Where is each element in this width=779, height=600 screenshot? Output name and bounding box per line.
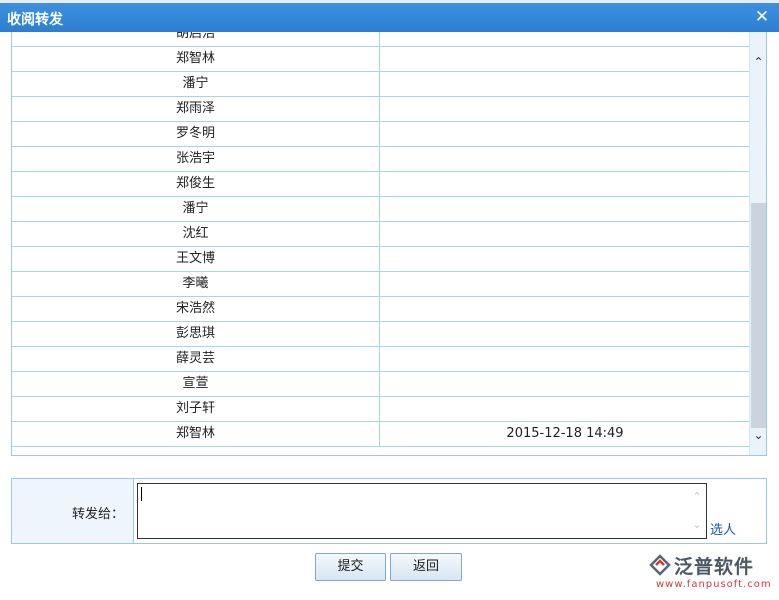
table-row[interactable]: 郑智林 xyxy=(12,47,751,72)
read-time-cell xyxy=(380,397,750,421)
forward-label: 转发给： xyxy=(71,507,124,522)
recipient-name-cell: 王文博 xyxy=(12,247,380,271)
table-row[interactable]: 彭思琪 xyxy=(12,322,751,347)
recipient-name-cell: 刘子轩 xyxy=(12,397,380,421)
table-row[interactable]: 罗冬明 xyxy=(12,122,751,147)
recipient-name-cell: 潘宁 xyxy=(12,72,380,96)
recipient-name-cell: 宋浩然 xyxy=(12,297,380,321)
table-row[interactable]: 潘宁 xyxy=(12,72,751,97)
read-time-cell xyxy=(380,172,750,196)
recipient-name-cell: 胡启浩 xyxy=(12,32,380,46)
table-row[interactable]: 沈红 xyxy=(12,222,751,247)
table-row[interactable]: 胡启浩 xyxy=(12,32,751,47)
table-row[interactable]: 王文博 xyxy=(12,247,751,272)
scrollbar-thumb[interactable] xyxy=(751,203,766,428)
read-time-cell xyxy=(380,72,750,96)
recipient-name-cell: 郑智林 xyxy=(12,47,380,71)
read-time-cell xyxy=(380,297,750,321)
recipient-name-cell: 薛灵芸 xyxy=(12,347,380,371)
recipients-grid: 胡启浩 郑智林 潘宁 郑雨泽 罗冬明 张浩宇 郑俊生 潘宁 沈红 王文博 李曦 宋浩然 彭思琪 薛灵芸 宣萱… xyxy=(11,32,767,456)
table-row[interactable]: 李曦 xyxy=(12,272,751,297)
recipient-name-cell: 罗冬明 xyxy=(12,122,380,146)
table-row[interactable]: 郑雨泽 xyxy=(12,97,751,122)
read-time-cell xyxy=(380,222,750,246)
recipient-name-cell: 宣萱 xyxy=(12,372,380,396)
textarea-scroll-down-icon[interactable]: ⌄ xyxy=(689,517,705,533)
recipient-name-cell: 沈红 xyxy=(12,222,380,246)
read-time-cell xyxy=(380,247,750,271)
logo-mark-icon xyxy=(649,554,671,576)
recipient-name-cell: 彭思琪 xyxy=(12,322,380,346)
table-row[interactable]: 薛灵芸 xyxy=(12,347,751,372)
read-time-cell xyxy=(380,197,750,221)
scroll-up-icon[interactable]: ⌃ xyxy=(750,53,766,71)
read-time-cell xyxy=(380,32,750,46)
table-row[interactable]: 郑俊生 xyxy=(12,172,751,197)
read-time-cell xyxy=(380,122,750,146)
forward-form: 转发给： ⌃ ⌄ 选人 xyxy=(11,478,767,544)
recipient-name-cell: 郑雨泽 xyxy=(12,97,380,121)
recipient-name-cell: 郑智林 xyxy=(12,422,380,446)
read-time-cell xyxy=(380,47,750,71)
table-row[interactable]: 宣萱 xyxy=(12,372,751,397)
grid-body: 胡启浩 郑智林 潘宁 郑雨泽 罗冬明 张浩宇 郑俊生 潘宁 沈红 王文博 李曦 宋浩然 彭思琪 薛灵芸 宣萱… xyxy=(12,32,751,447)
brand-name: 泛普软件 xyxy=(674,556,755,578)
read-time-cell xyxy=(380,322,750,346)
table-row[interactable]: 张浩宇 xyxy=(12,147,751,172)
forward-label-cell: 转发给： xyxy=(12,479,134,543)
dialog-titlebar: 收阅转发 ✕ xyxy=(0,3,779,32)
dialog-title: 收阅转发 xyxy=(7,12,63,28)
read-time-cell xyxy=(380,347,750,371)
read-time-cell xyxy=(380,147,750,171)
textarea-scrollbar[interactable]: ⌃ ⌄ xyxy=(689,485,705,537)
brand-url: www.fanpusoft.com xyxy=(656,579,772,590)
read-time-cell xyxy=(380,372,750,396)
forward-to-input[interactable]: ⌃ ⌄ xyxy=(137,483,707,539)
recipient-name-cell: 李曦 xyxy=(12,272,380,296)
table-row[interactable]: 潘宁 xyxy=(12,197,751,222)
read-time-cell xyxy=(380,97,750,121)
submit-button[interactable]: 提交 xyxy=(315,553,386,581)
close-icon[interactable]: ✕ xyxy=(753,6,771,28)
recipient-name-cell: 郑俊生 xyxy=(12,172,380,196)
table-row[interactable]: 宋浩然 xyxy=(12,297,751,322)
brand-logo: 泛普软件 www.fanpusoft.com xyxy=(648,552,774,596)
scroll-down-icon[interactable]: ⌄ xyxy=(750,426,766,444)
table-row[interactable]: 郑智林 2015-12-18 14:49 xyxy=(12,422,751,447)
text-caret xyxy=(141,487,142,501)
table-row[interactable]: 刘子轩 xyxy=(12,397,751,422)
read-time-cell: 2015-12-18 14:49 xyxy=(506,426,624,441)
back-button[interactable]: 返回 xyxy=(390,553,462,581)
textarea-scroll-up-icon[interactable]: ⌃ xyxy=(689,489,705,505)
recipient-name-cell: 潘宁 xyxy=(12,197,380,221)
recipient-name-cell: 张浩宇 xyxy=(12,147,380,171)
read-time-cell xyxy=(380,272,750,296)
grid-scrollbar[interactable]: ⌃ ⌄ xyxy=(749,32,766,455)
select-people-link[interactable]: 选人 xyxy=(710,519,736,538)
